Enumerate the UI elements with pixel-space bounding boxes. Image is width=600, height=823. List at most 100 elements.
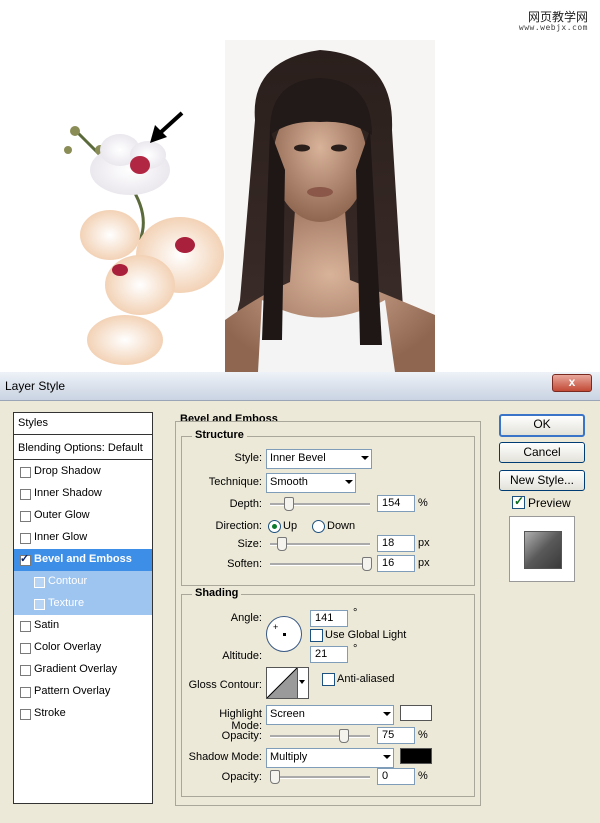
highlight-opacity-thumb[interactable] [339, 729, 349, 743]
style-item-contour[interactable]: Contour [14, 571, 152, 593]
cancel-button[interactable]: Cancel [499, 442, 585, 463]
size-slider-thumb[interactable] [277, 537, 287, 551]
style-item-inner-shadow[interactable]: Inner Shadow [14, 483, 152, 505]
anti-aliased-label: Anti-aliased [337, 673, 395, 685]
direction-up-radio[interactable] [268, 520, 281, 533]
style-item-texture[interactable]: Texture [14, 593, 152, 615]
angle-label: Angle: [230, 612, 262, 624]
chevron-down-icon [299, 680, 305, 684]
shadow-opacity-input[interactable]: 0 [377, 768, 415, 785]
styles-header[interactable]: Styles [14, 413, 152, 435]
style-checkbox[interactable] [20, 489, 31, 500]
blending-options-item[interactable]: Blending Options: Default [14, 438, 152, 460]
depth-slider[interactable] [270, 497, 370, 511]
highlight-color-swatch[interactable] [400, 705, 432, 721]
structure-group: Structure Style: Inner Bevel Technique: … [181, 429, 475, 586]
style-item-color-overlay[interactable]: Color Overlay [14, 637, 152, 659]
altitude-input[interactable]: 21 [310, 646, 348, 663]
chevron-down-icon [383, 712, 391, 716]
style-item-label: Satin [34, 619, 60, 631]
highlight-mode-label: Highlight Mode: [219, 708, 262, 732]
style-item-label: Gradient Overlay [34, 663, 118, 675]
style-item-pattern-overlay[interactable]: Pattern Overlay [14, 681, 152, 703]
technique-dropdown[interactable]: Smooth [266, 473, 356, 493]
style-checkbox[interactable] [20, 643, 31, 654]
soften-unit: px [418, 557, 430, 569]
shadow-mode-dropdown[interactable]: Multiply [266, 748, 394, 768]
style-item-inner-glow[interactable]: Inner Glow [14, 527, 152, 549]
gloss-contour-thumbnail[interactable] [266, 667, 298, 699]
preview-checkbox[interactable]: ✓ [512, 494, 525, 509]
style-checkbox[interactable] [34, 599, 45, 610]
angle-dial[interactable]: + [266, 616, 302, 652]
gloss-contour-dropdown[interactable] [297, 667, 309, 699]
style-checkbox[interactable] [20, 665, 31, 676]
style-checkbox[interactable] [20, 511, 31, 522]
highlight-opacity-slider[interactable] [270, 729, 370, 743]
global-light-label: Use Global Light [325, 629, 407, 641]
style-label: Style: [234, 452, 262, 464]
style-item-gradient-overlay[interactable]: Gradient Overlay [14, 659, 152, 681]
highlight-opacity-input[interactable]: 75 [377, 727, 415, 744]
orchid-peach-1 [80, 210, 224, 365]
style-item-bevel-and-emboss[interactable]: ✓ Bevel and Emboss [14, 549, 152, 571]
watermark-url: www.webjx.com [518, 23, 588, 32]
anti-aliased-checkbox[interactable] [322, 673, 335, 686]
chevron-down-icon [383, 755, 391, 759]
altitude-unit: ° [353, 643, 358, 655]
direction-down-radio[interactable] [312, 520, 325, 533]
style-item-label: Outer Glow [34, 509, 90, 521]
shadow-opacity-label: Opacity: [221, 771, 262, 783]
style-dropdown[interactable]: Inner Bevel [266, 449, 372, 469]
style-checkbox[interactable] [20, 709, 31, 720]
style-checkbox[interactable] [20, 621, 31, 632]
style-item-label: Inner Shadow [34, 487, 102, 499]
global-light-checkbox[interactable] [310, 629, 323, 642]
style-item-drop-shadow[interactable]: Drop Shadow [14, 461, 152, 483]
shadow-color-swatch[interactable] [400, 748, 432, 764]
soften-input[interactable]: 16 [377, 555, 415, 572]
layer-style-dialog: Layer Style x Styles Blending Options: D… [0, 372, 600, 823]
depth-label: Depth: [229, 498, 262, 510]
direction-up-label: Up [283, 520, 298, 532]
title-bar[interactable]: Layer Style x [0, 372, 600, 401]
angle-unit: ° [353, 607, 358, 619]
style-item-label: Pattern Overlay [34, 685, 111, 697]
style-item-label: Contour [48, 575, 88, 587]
new-style-button[interactable]: New Style... [499, 470, 585, 491]
ok-button[interactable]: OK [499, 414, 585, 437]
angle-input[interactable]: 141 [310, 610, 348, 627]
chevron-down-icon [361, 456, 369, 460]
gloss-contour-label: Gloss Contour: [188, 679, 262, 691]
style-item-stroke[interactable]: Stroke [14, 703, 152, 725]
direction-label: Direction: [215, 520, 262, 532]
preview-label: Preview [528, 496, 571, 510]
size-slider[interactable] [270, 537, 370, 551]
style-checkbox[interactable] [20, 687, 31, 698]
crosshair-icon: + [273, 622, 279, 632]
shadow-opacity-thumb[interactable] [270, 770, 280, 784]
soften-slider[interactable] [270, 557, 372, 571]
style-item-label: Drop Shadow [34, 465, 101, 477]
structure-title: Structure [192, 429, 247, 441]
depth-input[interactable]: 154 [377, 495, 415, 512]
style-item-label: Texture [48, 597, 85, 609]
shadow-opacity-slider[interactable] [270, 770, 370, 784]
highlight-mode-dropdown[interactable]: Screen [266, 705, 394, 725]
style-checkbox[interactable] [34, 577, 45, 588]
altitude-label: Altitude: [222, 650, 262, 662]
style-checkbox[interactable]: ✓ [20, 553, 31, 566]
style-item-outer-glow[interactable]: Outer Glow [14, 505, 152, 527]
style-checkbox[interactable] [20, 533, 31, 544]
size-input[interactable]: 18 [377, 535, 415, 552]
checkmark-icon: ✓ [20, 553, 30, 565]
checkmark-icon: ✓ [514, 494, 525, 508]
soften-slider-thumb[interactable] [362, 557, 372, 571]
style-item-label: Inner Glow [34, 531, 88, 543]
style-checkbox[interactable] [20, 467, 31, 478]
close-button[interactable]: x [552, 374, 592, 392]
depth-slider-thumb[interactable] [284, 497, 294, 511]
style-item-satin[interactable]: Satin [14, 615, 152, 637]
depth-unit: % [418, 497, 428, 509]
style-preview-box [509, 516, 575, 582]
